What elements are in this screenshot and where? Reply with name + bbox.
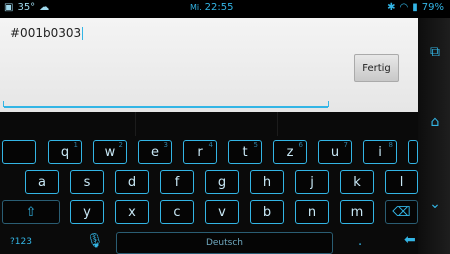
home-icon[interactable]: ⌂	[425, 114, 445, 130]
key-h[interactable]: h	[250, 170, 284, 194]
delete-key[interactable]: ⌫	[385, 200, 418, 224]
key-label: r	[197, 144, 203, 160]
side-panel: ⧉ ⌂ ⌄	[418, 18, 450, 254]
key-alt: 6	[298, 141, 303, 149]
key-label: t	[242, 144, 248, 160]
key-label: w	[104, 144, 116, 160]
key-label: e	[151, 144, 159, 160]
status-bar: ▣ 35° ☁ Mi. 22:55 ✱ ◠ ▮ 79%	[0, 0, 450, 18]
key-o-edge[interactable]	[408, 140, 418, 164]
input-text: #001b0303	[10, 26, 82, 40]
key-alt: 5	[253, 141, 258, 149]
key-q[interactable]: q1	[48, 140, 82, 164]
clock: Mi. 22:55	[190, 2, 234, 13]
edit-panel: #001b0303 Fertig	[0, 18, 418, 112]
key-alt: 7	[343, 141, 348, 149]
key-v[interactable]: v	[205, 200, 239, 224]
backspace-icon: ⌫	[392, 204, 411, 220]
key-f[interactable]: f	[160, 170, 194, 194]
key-alt: 8	[388, 141, 393, 149]
symbols-key[interactable]: ?123	[10, 237, 32, 247]
done-button[interactable]: Fertig	[354, 54, 399, 82]
bluetooth-icon: ✱	[387, 2, 396, 13]
key-r[interactable]: r4	[183, 140, 217, 164]
input-underline	[3, 101, 329, 108]
battery-icon: ▮	[412, 2, 418, 13]
key-j[interactable]: j	[295, 170, 329, 194]
key-g[interactable]: g	[205, 170, 239, 194]
day-label: Mi.	[190, 3, 202, 12]
recent-apps-icon[interactable]: ⧉	[425, 44, 445, 60]
key-m[interactable]: m	[340, 200, 374, 224]
key-y[interactable]: y	[70, 200, 104, 224]
divider	[135, 112, 136, 136]
keyboard: q1 w2 e3 r4 t5 z6 u7 i8 a s d f g h j k …	[0, 112, 418, 254]
shift-icon: ⇧	[25, 204, 37, 220]
key-alt: 2	[118, 141, 123, 149]
weather-icon: ☁	[39, 2, 50, 13]
time-label: 22:55	[204, 2, 234, 13]
key-l[interactable]: l	[385, 170, 418, 194]
status-left: ▣ 35° ☁	[4, 2, 49, 13]
status-right: ✱ ◠ ▮ 79%	[387, 2, 444, 13]
key-b[interactable]: b	[250, 200, 284, 224]
key-k[interactable]: k	[340, 170, 374, 194]
key-label: i	[378, 144, 382, 160]
key-label: u	[330, 144, 340, 160]
key-label: q	[60, 144, 70, 160]
key-s[interactable]: s	[70, 170, 104, 194]
key-d[interactable]: d	[115, 170, 149, 194]
key-alt: 3	[163, 141, 168, 149]
key-alt: 4	[208, 141, 213, 149]
key-c[interactable]: c	[160, 200, 194, 224]
space-key[interactable]: Deutsch	[116, 232, 333, 254]
enter-arrow-icon[interactable]: ⬅	[404, 232, 416, 248]
key-label: z	[286, 144, 294, 160]
key-n[interactable]: n	[295, 200, 329, 224]
key-i[interactable]: i8	[363, 140, 397, 164]
key-t[interactable]: t5	[228, 140, 262, 164]
text-input[interactable]: #001b0303	[10, 26, 84, 40]
key-z[interactable]: z6	[273, 140, 307, 164]
key-a[interactable]: a	[25, 170, 59, 194]
key-w[interactable]: w2	[93, 140, 127, 164]
key-tab[interactable]	[2, 140, 36, 164]
wifi-icon: ◠	[399, 2, 409, 13]
back-chevron-icon[interactable]: ⌄	[425, 196, 445, 212]
temperature: 35°	[17, 2, 36, 13]
divider	[277, 112, 278, 136]
key-u[interactable]: u7	[318, 140, 352, 164]
period-key[interactable]: .	[358, 234, 362, 249]
key-e[interactable]: e3	[138, 140, 172, 164]
text-caret	[82, 27, 84, 40]
shift-key[interactable]: ⇧	[2, 200, 60, 224]
picture-icon: ▣	[4, 2, 14, 13]
key-x[interactable]: x	[115, 200, 149, 224]
microphone-icon[interactable]: 🎙	[86, 233, 104, 249]
key-alt: 1	[73, 141, 78, 149]
battery-percent: 79%	[421, 2, 444, 13]
